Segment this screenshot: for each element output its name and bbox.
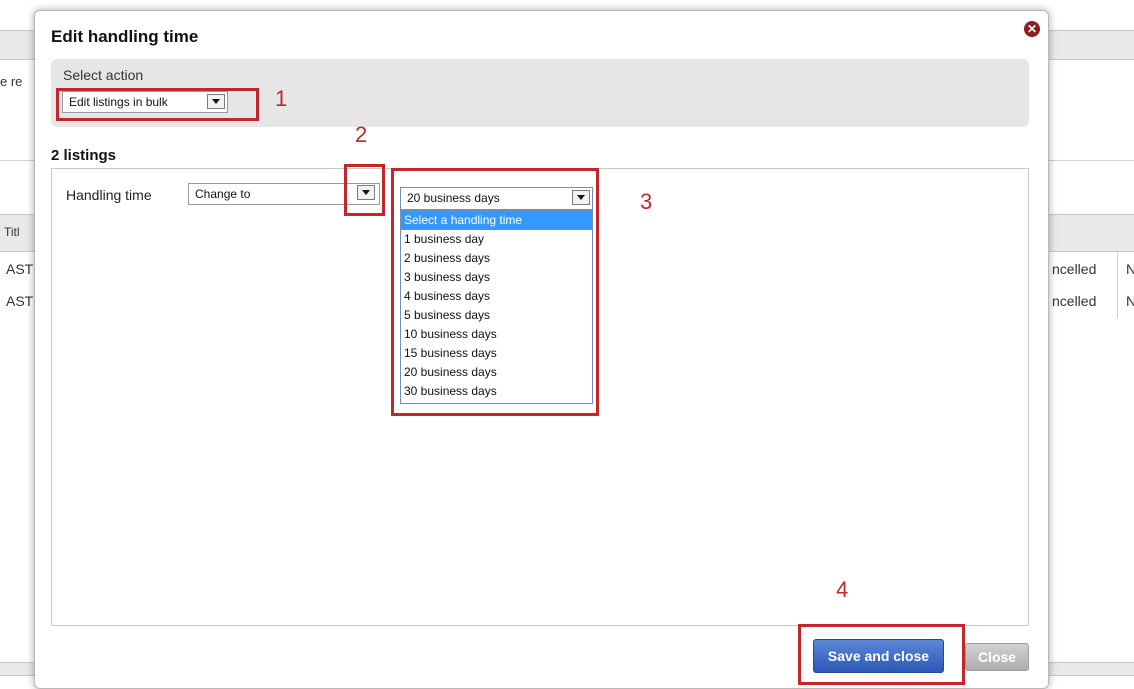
background-partial-text: e re	[0, 74, 23, 89]
annotation-box-step-4	[798, 624, 965, 685]
annotation-box-step-1	[56, 88, 259, 121]
annotation-label-step-3: 3	[640, 189, 653, 214]
handling-time-mode-value: Change to	[195, 187, 251, 201]
background-column-header: Titl	[4, 225, 20, 239]
annotation-label-step-4: 4	[836, 577, 849, 602]
annotation-box-step-2	[344, 164, 385, 216]
background-row-2-left: AST	[6, 293, 34, 309]
dialog-title: Edit handling time	[51, 27, 199, 46]
handling-time-label: Handling time	[66, 187, 152, 203]
background-row-1-status: ncelled	[1052, 261, 1097, 277]
close-button[interactable]: Close	[965, 643, 1029, 671]
select-action-label: Select action	[63, 67, 144, 83]
background-row-1-extra: N	[1126, 261, 1134, 277]
background-row-1-left: AST	[6, 261, 34, 277]
listings-count-title: 2 listings	[51, 147, 117, 164]
annotation-label-step-1: 1	[275, 86, 288, 111]
close-icon[interactable]: ✕	[1024, 21, 1040, 37]
annotation-box-step-3	[391, 168, 599, 416]
background-row-2-extra: N	[1126, 293, 1134, 309]
background-column-divider	[1117, 252, 1118, 318]
annotation-label-step-2: 2	[355, 122, 368, 147]
background-row-2-status: ncelled	[1052, 293, 1097, 309]
